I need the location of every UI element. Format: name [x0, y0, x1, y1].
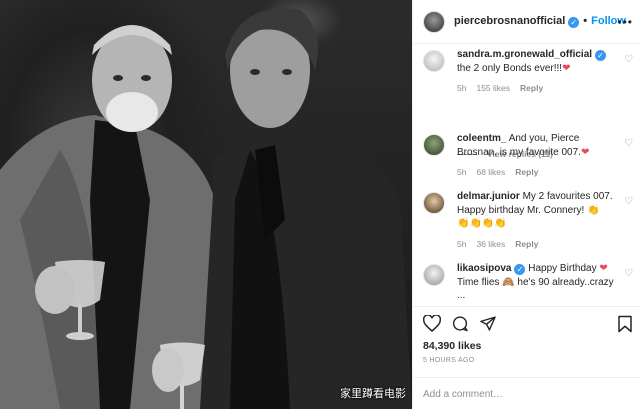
action-icons [423, 315, 497, 332]
comment-likes[interactable]: 68 likes [476, 167, 505, 177]
paper-plane-icon[interactable] [479, 315, 497, 332]
heart-emoji: ❤ [580, 146, 590, 158]
comment-item: delmar.junior My 2 favourites 007. Happy… [413, 190, 640, 249]
comment-likes[interactable]: 36 likes [476, 239, 505, 249]
comment-text-continued: 👏👏👏👏 [457, 218, 507, 229]
comment-body: likaosipova ✓ Happy Birthday ❤ Time flies… [457, 262, 619, 303]
watermark-text: 家里蹲看电影 [340, 388, 406, 400]
comment-username[interactable]: coleentm_ [457, 133, 506, 144]
separator-dot: • [583, 15, 588, 27]
comment-text: Happy Birthday [528, 263, 597, 274]
reply-button[interactable]: Reply [515, 167, 538, 177]
comment-like-heart-icon[interactable]: ♡ [624, 268, 633, 279]
comment-item: coleentm_ And you, Pierce Brosnan, is my… [413, 132, 640, 177]
heart-icon[interactable] [423, 315, 441, 332]
photo-illustration [0, 8, 412, 409]
comment-username[interactable]: delmar.junior [457, 191, 520, 202]
verified-badge-icon: ✓ [568, 17, 580, 28]
comment-age: 5h [457, 83, 467, 93]
comment-likes[interactable]: 155 likes [476, 83, 510, 93]
comment-meta: 5h 36 likes Reply [457, 239, 619, 249]
comment-body: delmar.junior My 2 favourites 007. Happy… [457, 190, 619, 231]
reply-button[interactable]: Reply [520, 83, 543, 93]
profile-avatar[interactable] [423, 10, 445, 33]
header-username[interactable]: piercebrosnanofficial [454, 15, 565, 27]
comment-like-heart-icon[interactable]: ♡ [624, 138, 633, 149]
comment-age: 5h [457, 167, 467, 177]
commenter-avatar[interactable] [423, 192, 445, 214]
commenter-avatar[interactable] [423, 50, 445, 72]
comment-meta: 5h 68 likes Reply [457, 167, 619, 177]
comment-body: coleentm_ And you, Pierce Brosnan, is my… [457, 132, 619, 159]
comment-like-heart-icon[interactable]: ♡ [624, 196, 633, 207]
post-actions-section: 84,390 likes 5 HOURS AGO Add a comment… [413, 306, 640, 409]
comment-username[interactable]: sandra.m.gronewald_official [457, 49, 592, 60]
post-timestamp[interactable]: 5 HOURS AGO [423, 357, 475, 364]
post-side-panel: piercebrosnanofficial ✓ • Follow ••• sandra… [412, 0, 640, 409]
post-header: piercebrosnanofficial ✓ • Follow ••• [413, 0, 640, 44]
comment-text: the 2 only Bonds ever!!! [457, 62, 563, 74]
comment-item: sandra.m.gronewald_official ✓ the 2 only … [413, 48, 640, 93]
add-comment-input[interactable]: Add a comment… [413, 377, 640, 409]
more-options-icon[interactable]: ••• [617, 15, 633, 29]
likes-count[interactable]: 84,390 likes [423, 340, 481, 352]
post-photo[interactable]: 家里蹲看电影 [0, 0, 412, 409]
comment-body: sandra.m.gronewald_official ✓ the 2 only … [457, 48, 619, 75]
verified-badge-icon: ✓ [514, 264, 526, 275]
heart-emoji: ❤ [599, 263, 608, 274]
comment-age: 5h [457, 238, 467, 249]
comment-item: likaosipova ✓ Happy Birthday ❤ Time flies… [413, 262, 640, 303]
comment-meta: 5h 155 likes Reply [457, 83, 619, 93]
comment-text-continued: Time flies 🙈 he's 90 already..crazy ... [457, 276, 614, 302]
comments-list[interactable]: sandra.m.gronewald_official ✓ the 2 only … [413, 44, 640, 306]
comment-bubble-icon[interactable] [451, 315, 469, 332]
heart-emoji: ❤ [562, 62, 571, 74]
comment-username[interactable]: likaosipova [457, 263, 511, 274]
verified-badge-icon: ✓ [595, 50, 607, 61]
bookmark-icon[interactable] [617, 315, 633, 333]
commenter-avatar[interactable] [423, 134, 445, 156]
commenter-avatar[interactable] [423, 264, 445, 286]
header-user-line: piercebrosnanofficial ✓ • Follow [454, 15, 626, 28]
comment-like-heart-icon[interactable]: ♡ [624, 54, 633, 65]
reply-button[interactable]: Reply [515, 239, 538, 249]
